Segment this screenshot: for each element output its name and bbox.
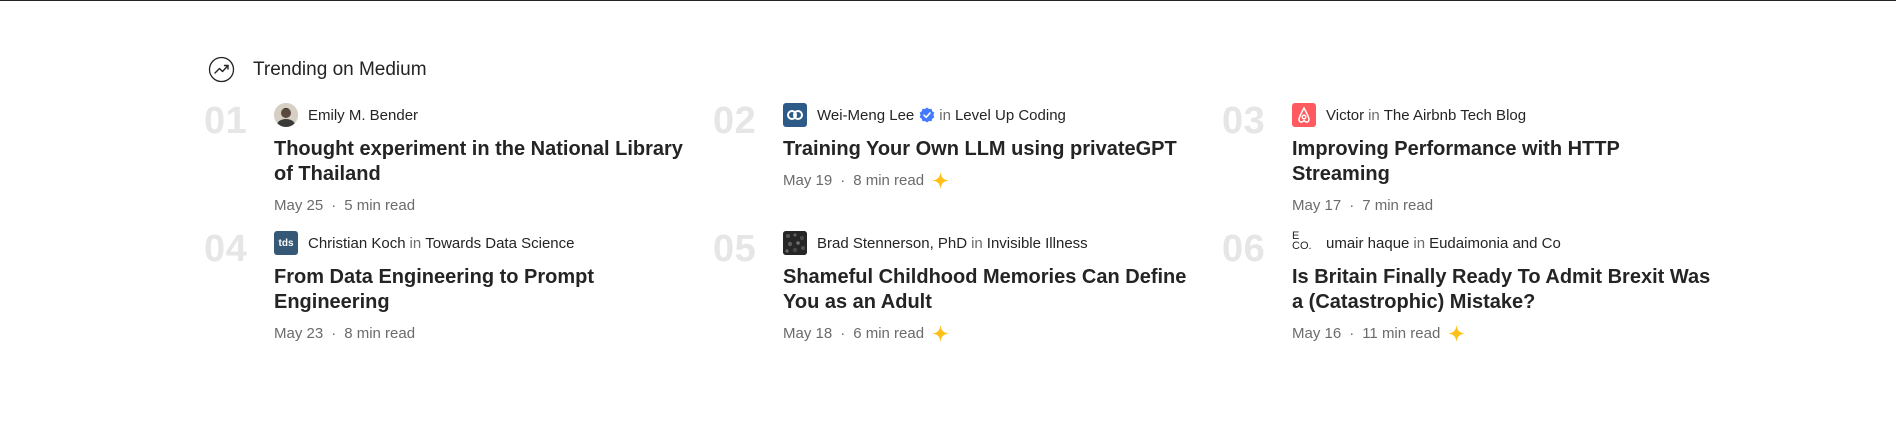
- story-title[interactable]: Training Your Own LLM using privateGPT: [783, 137, 1203, 162]
- byline: Wei-Meng Lee in Level Up Coding: [783, 102, 1203, 128]
- author-name[interactable]: Brad Stennerson, PhD: [817, 235, 967, 252]
- top-border: [0, 0, 1896, 1]
- publication-name[interactable]: Level Up Coding: [955, 107, 1066, 124]
- author-name[interactable]: Wei-Meng Lee: [817, 107, 914, 124]
- story-date: May 18: [783, 325, 833, 342]
- byline: Victor in The Airbnb Tech Blog: [1292, 102, 1712, 128]
- item-number: 05: [713, 228, 757, 270]
- byline: E CO. umair haque in Eudaimonia and Co: [1292, 230, 1712, 256]
- author-name[interactable]: umair haque: [1326, 235, 1409, 252]
- publication-name[interactable]: Eudaimonia and Co: [1429, 235, 1561, 252]
- invisible-illness-logo[interactable]: [783, 231, 807, 255]
- read-time: 7 min read: [1362, 197, 1434, 214]
- read-time: 8 min read: [344, 325, 416, 342]
- publication-name[interactable]: The Airbnb Tech Blog: [1384, 107, 1526, 124]
- member-only-star-icon: [1448, 325, 1466, 342]
- level-up-coding-logo[interactable]: [783, 103, 807, 127]
- story-meta: May 17 · 7 min read: [1292, 197, 1712, 214]
- story-meta: May 19 · 8 min read: [783, 172, 1203, 189]
- trending-icon: [208, 56, 235, 83]
- byline: Brad Stennerson, PhD in Invisible Illnes…: [783, 230, 1203, 256]
- story-meta: May 16 · 11 min read: [1292, 325, 1712, 342]
- author-name[interactable]: Emily M. Bender: [308, 107, 418, 124]
- story-date: May 23: [274, 325, 324, 342]
- eudaimonia-logo[interactable]: E CO.: [1292, 231, 1316, 255]
- in-connector: in: [409, 234, 422, 252]
- story-title[interactable]: Is Britain Finally Ready To Admit Brexit…: [1292, 265, 1712, 315]
- meta-separator: ·: [840, 172, 846, 189]
- item-number: 06: [1222, 228, 1266, 270]
- byline: tds Christian Koch in Towards Data Scien…: [274, 230, 694, 256]
- header-title: Trending on Medium: [253, 58, 427, 80]
- story-date: May 19: [783, 172, 833, 189]
- story-title[interactable]: Thought experiment in the National Libra…: [274, 137, 694, 187]
- story-title[interactable]: Improving Performance with HTTP Streamin…: [1292, 137, 1712, 187]
- story-date: May 17: [1292, 197, 1342, 214]
- in-connector: in: [971, 234, 983, 252]
- story-date: May 16: [1292, 325, 1342, 342]
- in-connector: in: [1413, 234, 1426, 252]
- item-number: 02: [713, 100, 757, 142]
- story-title[interactable]: Shameful Childhood Memories Can Define Y…: [783, 265, 1203, 315]
- story-title[interactable]: From Data Engineering to Prompt Engineer…: [274, 265, 694, 315]
- read-time: 8 min read: [853, 172, 925, 189]
- in-connector: in: [939, 106, 951, 124]
- item-number: 01: [204, 100, 248, 142]
- meta-separator: ·: [1349, 325, 1355, 342]
- meta-separator: ·: [1349, 197, 1355, 214]
- publication-name[interactable]: Invisible Illness: [987, 235, 1088, 252]
- item-number: 03: [1222, 100, 1266, 142]
- item-number: 04: [204, 228, 248, 270]
- story-date: May 25: [274, 197, 324, 214]
- byline: Emily M. Bender: [274, 102, 694, 128]
- story-meta: May 18 · 6 min read: [783, 325, 1203, 342]
- story-meta: May 23 · 8 min read: [274, 325, 694, 342]
- author-avatar[interactable]: [274, 103, 298, 127]
- verified-badge-icon: [919, 107, 935, 123]
- read-time: 5 min read: [344, 197, 416, 214]
- trending-header: Trending on Medium: [208, 56, 427, 83]
- airbnb-logo[interactable]: [1292, 103, 1316, 127]
- meta-separator: ·: [331, 197, 337, 214]
- member-only-star-icon: [932, 325, 950, 342]
- in-connector: in: [1368, 106, 1380, 124]
- meta-separator: ·: [331, 325, 337, 342]
- tds-logo[interactable]: tds: [274, 231, 298, 255]
- read-time: 6 min read: [853, 325, 925, 342]
- author-name[interactable]: Victor: [1326, 107, 1364, 124]
- member-only-star-icon: [932, 172, 950, 189]
- meta-separator: ·: [840, 325, 846, 342]
- story-meta: May 25 · 5 min read: [274, 197, 694, 214]
- read-time: 11 min read: [1362, 325, 1441, 342]
- author-name[interactable]: Christian Koch: [308, 235, 406, 252]
- publication-name[interactable]: Towards Data Science: [425, 235, 574, 252]
